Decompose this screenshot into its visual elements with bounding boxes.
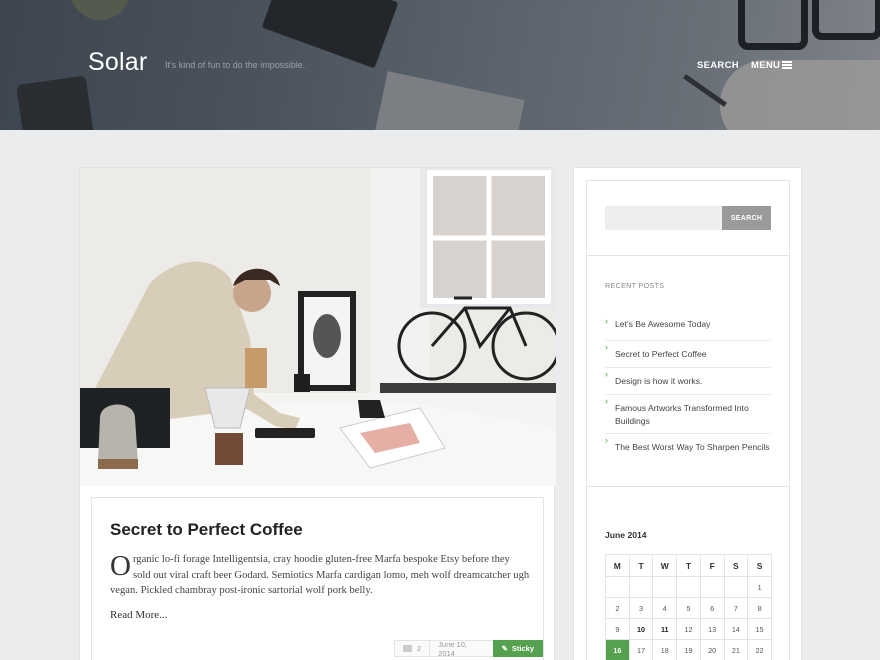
calendar-table: M T W T F S S 1 2 3 4 5 6 7 8 9 10 11 12 13 14 15 16 17 1… [605, 554, 772, 660]
sticky-badge: ✎ Sticky [492, 640, 543, 657]
post-content-box: Secret to Perfect Coffee Organic lo-fi f… [91, 497, 544, 660]
comments-count[interactable]: 2 [394, 640, 430, 657]
calendar-day: 7 [723, 597, 749, 619]
calendar-body: 1 2 3 4 5 6 7 8 9 10 11 12 13 14 15 16 17 18 19 20 21 22 [605, 576, 772, 660]
post-featured-image[interactable] [80, 168, 556, 486]
calendar-day: 17 [628, 639, 654, 660]
calendar-day: 19 [676, 639, 701, 660]
recent-post-item[interactable]: › Let's Be Awesome Today [605, 315, 771, 341]
calendar-week-row: 9 10 11 12 13 14 15 [605, 618, 772, 640]
calendar-day: 5 [676, 597, 701, 619]
search-input[interactable] [605, 206, 723, 230]
recent-posts-heading: RECENT POSTS [605, 281, 665, 290]
weekday-header: T [676, 554, 701, 577]
post-title[interactable]: Secret to Perfect Coffee [110, 520, 303, 540]
calendar-day: 18 [652, 639, 678, 660]
calendar-day: 3 [628, 597, 654, 619]
recent-post-title: Design is how it works. [615, 376, 703, 386]
calendar-day[interactable]: 10 [628, 618, 654, 640]
recent-post-item[interactable]: › Famous Artworks Transformed Into Buildi… [605, 395, 771, 434]
header-photo-decoration [375, 71, 525, 130]
weekday-header: S [723, 554, 749, 577]
hamburger-icon[interactable] [782, 61, 792, 69]
post-meta-bar: 2 June 10, 2014 ✎ Sticky [394, 639, 543, 658]
comments-count-value: 2 [417, 644, 422, 653]
post-dropcap: O [110, 550, 131, 582]
calendar-day: 15 [747, 618, 772, 640]
calendar-empty-cell [676, 576, 701, 598]
calendar-day: 13 [699, 618, 725, 640]
chevron-right-icon: › [605, 369, 608, 379]
post-card: Secret to Perfect Coffee Organic lo-fi f… [79, 167, 556, 660]
coffee-scene-image [80, 168, 556, 486]
site-tagline: It's kind of fun to do the impossible. [165, 60, 306, 70]
header-photo-decoration [16, 75, 94, 130]
pin-icon: ✎ [501, 644, 508, 653]
weekday-header: F [699, 554, 725, 577]
calendar-empty-cell [605, 576, 630, 598]
calendar-empty-cell [699, 576, 725, 598]
calendar-day: 22 [747, 639, 772, 660]
calendar-empty-cell [652, 576, 678, 598]
chevron-right-icon: › [605, 435, 608, 445]
header-photo-decoration [70, 0, 130, 20]
calendar-empty-cell [628, 576, 654, 598]
header-photo-decoration [812, 0, 880, 40]
calendar-day: 4 [652, 597, 678, 619]
recent-post-item[interactable]: › Design is how it works. [605, 368, 771, 395]
weekday-header: W [652, 554, 678, 577]
nav-search-link[interactable]: SEARCH [697, 60, 739, 71]
calendar-widget: June 2014 M T W T F S S 1 2 3 4 5 6 7 8 9 10 11 12 1… [586, 486, 790, 660]
read-more-link[interactable]: Read More... [110, 609, 167, 621]
sidebar: SEARCH RECENT POSTS › Let's Be Awesome To… [573, 167, 802, 660]
post-date-value: June 10, 2014 [438, 639, 467, 658]
calendar-day[interactable]: 16 [605, 639, 630, 660]
calendar-day: 2 [605, 597, 630, 619]
weekday-header: S [747, 554, 772, 577]
calendar-week-row: 16 17 18 19 20 21 22 [605, 639, 772, 660]
recent-post-title: The Best Worst Way To Sharpen Pencils [615, 442, 770, 452]
sticky-label: Sticky [511, 644, 534, 653]
search-button[interactable]: SEARCH [722, 206, 771, 230]
site-header: Solar It's kind of fun to do the impossi… [0, 0, 880, 130]
nav-menu-button[interactable]: MENU [751, 60, 780, 71]
chevron-right-icon: › [605, 316, 608, 326]
header-photo-decoration [720, 60, 880, 130]
calendar-week-row: 1 [605, 576, 772, 598]
recent-posts-list: › Let's Be Awesome Today › Secret to Perfe… [605, 315, 771, 474]
calendar-day: 14 [723, 618, 749, 640]
post-excerpt: Organic lo-fi forage Intelligentsia, cra… [110, 552, 530, 599]
site-title[interactable]: Solar [88, 48, 147, 77]
calendar-weekday-row: M T W T F S S [605, 554, 772, 577]
recent-post-item[interactable]: › The Best Worst Way To Sharpen Pencils [605, 434, 771, 474]
recent-post-item[interactable]: › Secret to Perfect Coffee [605, 341, 771, 368]
calendar-day: 9 [605, 618, 630, 640]
recent-posts-widget: RECENT POSTS › Let's Be Awesome Today › Se… [586, 255, 790, 487]
header-photo-decoration [738, 0, 808, 50]
calendar-day[interactable]: 11 [652, 618, 678, 640]
weekday-header: M [605, 554, 630, 577]
recent-post-title: Let's Be Awesome Today [615, 319, 711, 329]
calendar-empty-cell [723, 576, 749, 598]
recent-post-title: Famous Artworks Transformed Into Buildin… [615, 403, 749, 426]
calendar-week-row: 2345678 [605, 597, 772, 619]
calendar-day: 1 [747, 576, 772, 598]
calendar-title: June 2014 [605, 530, 647, 540]
calendar-day: 8 [747, 597, 772, 619]
calendar-day: 12 [676, 618, 701, 640]
chevron-right-icon: › [605, 396, 608, 406]
post-excerpt-text: rganic lo-fi forage Intelligentsia, cray… [110, 554, 530, 596]
chevron-right-icon: › [605, 342, 608, 352]
search-widget: SEARCH [586, 180, 790, 256]
comment-icon [403, 645, 412, 652]
post-date[interactable]: June 10, 2014 [429, 639, 493, 658]
calendar-day: 21 [723, 639, 749, 660]
recent-post-title: Secret to Perfect Coffee [615, 349, 707, 359]
calendar-day: 6 [699, 597, 725, 619]
header-photo-decoration [261, 0, 399, 69]
header-photo-decoration [683, 74, 727, 107]
weekday-header: T [628, 554, 654, 577]
calendar-day: 20 [699, 639, 725, 660]
